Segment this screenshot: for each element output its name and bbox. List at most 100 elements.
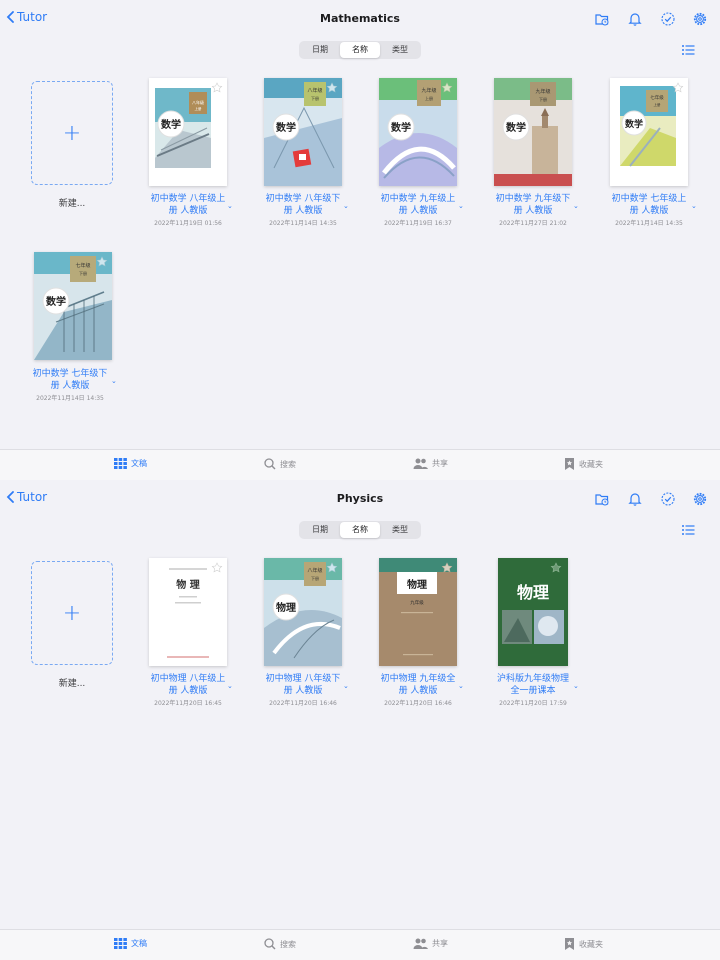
- book-date: 2022年11月19日 01:56: [154, 220, 222, 227]
- people-icon: [413, 938, 428, 949]
- chevron-down-icon[interactable]: ⌄: [458, 202, 464, 210]
- book-caption: 初中物理 九年级全 册 人教版 2022年11月20日 16:46: [364, 673, 472, 707]
- cover-term: 上册: [195, 106, 202, 111]
- chevron-down-icon[interactable]: ⌄: [111, 377, 117, 385]
- grid-icon: [114, 938, 127, 949]
- mathematics-panel: Tutor Mathematics 日期 名称 类型 + 新建... 数学 八年…: [0, 0, 720, 480]
- search-icon: [264, 938, 276, 950]
- chevron-down-icon[interactable]: ⌄: [343, 682, 349, 690]
- tab-label: 收藏夹: [579, 939, 603, 949]
- cover-title: 物理: [517, 583, 549, 602]
- book-title-line2[interactable]: 册 人教版: [16, 380, 124, 392]
- tab-shared[interactable]: 共享: [413, 938, 448, 949]
- book-title-line1[interactable]: 初中数学 七年级上: [595, 193, 703, 205]
- cover-term: 下册: [79, 271, 87, 276]
- book-title-line2[interactable]: 册 人教版: [134, 205, 242, 217]
- book-cover[interactable]: 数学 九年级 上册: [379, 78, 457, 186]
- book-cover[interactable]: 数学 七年级 上册: [610, 78, 688, 186]
- cover-term: 下册: [311, 576, 319, 581]
- book-title-line1[interactable]: 初中物理 八年级下: [249, 673, 357, 685]
- book-title-line1[interactable]: 初中物理 八年级上: [134, 673, 242, 685]
- book-caption: 初中数学 九年级上 册 人教版 2022年11月19日 16:37: [364, 193, 472, 227]
- book-title-line1[interactable]: 初中数学 九年级上: [364, 193, 472, 205]
- cover-grade: 九年级: [421, 87, 436, 94]
- book-title-line2[interactable]: 全一册课本: [479, 685, 587, 697]
- tab-search[interactable]: 搜索: [264, 458, 296, 470]
- cover-title: 数学: [391, 121, 411, 134]
- book-cover[interactable]: 数学 八年级 下册: [264, 78, 342, 186]
- book-title-line2[interactable]: 册 人教版: [134, 685, 242, 697]
- cover-grade: 九年级: [410, 599, 424, 606]
- grid-icon: [114, 458, 127, 469]
- cover-title: 数学: [276, 121, 296, 134]
- tab-shared[interactable]: 共享: [413, 458, 448, 469]
- book-cover[interactable]: 物 理: [149, 558, 227, 666]
- book-date: 2022年11月14日 14:35: [269, 220, 337, 227]
- book-title-line2[interactable]: 册 人教版: [364, 685, 472, 697]
- tab-documents[interactable]: 文稿: [114, 458, 147, 469]
- new-document-label: 新建...: [58, 199, 86, 209]
- book-title-line1[interactable]: 初中数学 七年级下: [16, 368, 124, 380]
- tab-label: 文稿: [131, 459, 147, 468]
- chevron-down-icon[interactable]: ⌄: [573, 682, 579, 690]
- book-caption: 初中数学 七年级下 册 人教版 2022年11月14日 14:35: [16, 368, 124, 402]
- cover-title: 物理: [276, 601, 296, 614]
- book-date: 2022年11月14日 14:35: [36, 395, 104, 402]
- book-title-line1[interactable]: 沪科版九年级物理: [479, 673, 587, 685]
- bookmark-star-icon: [565, 938, 574, 950]
- book-title-line2[interactable]: 册 人教版: [249, 685, 357, 697]
- tab-favorites[interactable]: 收藏夹: [564, 938, 603, 950]
- chevron-down-icon[interactable]: ⌄: [227, 202, 233, 210]
- book-title-line2[interactable]: 册 人教版: [249, 205, 357, 217]
- book-cover[interactable]: 物理: [498, 558, 568, 666]
- book-title-line2[interactable]: 册 人教版: [479, 205, 587, 217]
- new-document-button[interactable]: +: [31, 561, 113, 665]
- physics-panel: Tutor Physics 日期 名称 类型 + 新建... 物 理 初中物理 …: [0, 480, 720, 960]
- document-grid: + 新建... 物 理 初中物理 八年级上 册 人教版 2022年11月20日 …: [0, 480, 720, 930]
- tab-bar: 文稿 搜索 共享 收藏夹: [0, 929, 720, 960]
- book-cover[interactable]: 物理 八年级 下册: [264, 558, 342, 666]
- tab-label: 文稿: [131, 939, 147, 948]
- cover-term: 下册: [311, 96, 319, 101]
- cover-title: 数学: [625, 118, 643, 130]
- tab-documents[interactable]: 文稿: [114, 938, 147, 949]
- book-cover[interactable]: 物理 九年级: [379, 558, 457, 666]
- book-caption: 初中数学 八年级下 册 人教版 2022年11月14日 14:35: [249, 193, 357, 227]
- search-icon: [264, 458, 276, 470]
- cover-term: 上册: [654, 102, 662, 107]
- cover-title: 数学: [506, 121, 526, 134]
- book-title-line1[interactable]: 初中数学 八年级上: [134, 193, 242, 205]
- book-title-line1[interactable]: 初中数学 九年级下: [479, 193, 587, 205]
- book-date: 2022年11月20日 16:45: [154, 700, 222, 707]
- book-title-line1[interactable]: 初中数学 八年级下: [249, 193, 357, 205]
- chevron-down-icon[interactable]: ⌄: [343, 202, 349, 210]
- tab-favorites[interactable]: 收藏夹: [564, 458, 603, 470]
- book-caption: 初中数学 九年级下 册 人教版 2022年11月27日 21:02: [479, 193, 587, 227]
- tab-label: 共享: [432, 939, 448, 948]
- plus-icon: +: [62, 600, 82, 626]
- book-title-line2[interactable]: 册 人教版: [595, 205, 703, 217]
- cover-grade: 八年级: [307, 87, 322, 94]
- chevron-down-icon[interactable]: ⌄: [573, 202, 579, 210]
- cover-grade: 七年级: [75, 262, 90, 269]
- cover-title: 物 理: [176, 578, 199, 591]
- book-date: 2022年11月27日 21:02: [499, 220, 567, 227]
- book-title-line1[interactable]: 初中物理 九年级全: [364, 673, 472, 685]
- book-title-line2[interactable]: 册 人教版: [364, 205, 472, 217]
- tab-label: 搜索: [280, 459, 296, 469]
- cover-grade: 八年级: [307, 567, 322, 574]
- chevron-down-icon[interactable]: ⌄: [227, 682, 233, 690]
- book-cover[interactable]: 数学 八年级 上册: [149, 78, 227, 186]
- book-cover[interactable]: 数学 九年级 下册: [494, 78, 572, 186]
- chevron-down-icon[interactable]: ⌄: [458, 682, 464, 690]
- book-caption: 初中物理 八年级上 册 人教版 2022年11月20日 16:45: [134, 673, 242, 707]
- people-icon: [413, 458, 428, 469]
- new-document-button[interactable]: +: [31, 81, 113, 185]
- tab-search[interactable]: 搜索: [264, 938, 296, 950]
- tab-label: 搜索: [280, 939, 296, 949]
- cover-grade: 九年级: [535, 88, 550, 95]
- book-caption: 初中数学 八年级上 册 人教版 2022年11月19日 01:56: [134, 193, 242, 227]
- book-cover[interactable]: 数学 七年级 下册: [34, 252, 112, 360]
- chevron-down-icon[interactable]: ⌄: [691, 202, 697, 210]
- bookmark-star-icon: [565, 458, 574, 470]
